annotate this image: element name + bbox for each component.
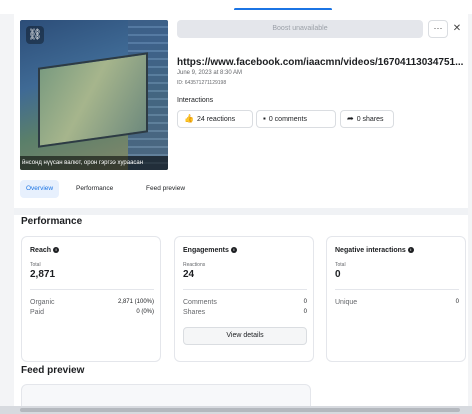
engagements-title: Engagements i (183, 247, 237, 254)
post-date: June 9, 2023 at 8:30 AM (177, 70, 243, 76)
share-arrow-icon: ➦ (347, 114, 354, 123)
organic-row: Organic 2,871 (100%) (30, 299, 154, 306)
video-thumbnail[interactable]: ⛓ йнсонд нүүсан валют, орон гэргээ хураа… (20, 20, 168, 170)
unique-row: Unique 0 (335, 299, 459, 306)
shares-count: 0 shares (356, 116, 384, 123)
interactions-label: Interactions (177, 97, 214, 104)
organic-value: 2,871 (100%) (117, 299, 154, 305)
reactions-chip[interactable]: 👍 24 reactions (177, 110, 253, 128)
negative-total-label: Total (335, 262, 346, 268)
negative-total-value: 0 (335, 269, 341, 280)
reach-title: Reach i (30, 247, 60, 254)
card-divider (335, 289, 459, 290)
performance-heading: Performance (21, 216, 83, 227)
tab-feed-preview[interactable]: Feed preview (140, 180, 191, 198)
section-divider (14, 208, 468, 215)
unique-value: 0 (455, 299, 459, 305)
reach-total-label: Total (30, 262, 41, 268)
negative-interactions-card: Negative interactions i Total 0 Unique 0 (326, 236, 466, 362)
feed-preview-heading: Feed preview (21, 365, 85, 376)
info-icon[interactable]: i (407, 247, 414, 253)
link-icon[interactable]: ⛓ (26, 26, 44, 44)
engagements-reactions-value: 24 (183, 269, 195, 280)
comments-label: Comments (183, 299, 217, 306)
close-icon[interactable]: ✕ (450, 20, 464, 38)
card-divider (183, 289, 307, 290)
tab-overview[interactable]: Overview (20, 180, 60, 198)
reactions-count: 24 reactions (196, 116, 236, 123)
reach-total-value: 2,871 (30, 269, 56, 280)
info-icon[interactable]: i (230, 247, 237, 253)
engagements-card: Engagements i Reactions 24 Comments 0 Sha… (174, 236, 314, 362)
info-icon[interactable]: i (53, 247, 60, 253)
more-options-button[interactable]: ··· (428, 20, 448, 38)
paid-row: Paid 0 (0%) (30, 309, 154, 316)
boost-button[interactable]: Boost unavailable (177, 20, 423, 38)
comments-count: 0 comments (268, 116, 307, 123)
negative-interactions-title: Negative interactions i (335, 247, 414, 254)
shares-value: 0 (303, 309, 307, 315)
scrollbar-thumb[interactable] (20, 408, 460, 412)
thumbnail-caption: йнсонд нүүсан валют, орон гэргээ хурааса… (20, 156, 168, 170)
shares-label: Shares (183, 309, 206, 316)
post-id: ID: 643571271129198 (177, 80, 227, 86)
thumbs-up-icon: 👍 (184, 114, 194, 123)
card-divider (30, 289, 154, 290)
post-insights-panel: ⛓ йнсонд нүүсан валют, орон гэргээ хураа… (14, 10, 468, 410)
reach-card: Reach i Total 2,871 Organic 2,871 (100%) … (21, 236, 161, 362)
unique-label: Unique (335, 299, 358, 306)
engagements-reactions-label: Reactions (183, 262, 206, 268)
organic-label: Organic (30, 299, 55, 306)
comments-chip[interactable]: ▪ 0 comments (256, 110, 336, 128)
comments-value: 0 (303, 299, 307, 305)
paid-label: Paid (30, 309, 45, 316)
comment-icon: ▪ (263, 114, 266, 123)
shares-row: Shares 0 (183, 309, 307, 316)
post-url[interactable]: https://www.facebook.com/iaacmn/videos/1… (177, 57, 467, 68)
tab-performance[interactable]: Performance (70, 180, 119, 198)
shares-chip[interactable]: ➦ 0 shares (340, 110, 394, 128)
thumbnail-billboard (38, 52, 148, 148)
view-details-button[interactable]: View details (183, 327, 307, 345)
paid-value: 0 (0%) (136, 309, 154, 315)
comments-row: Comments 0 (183, 299, 307, 306)
